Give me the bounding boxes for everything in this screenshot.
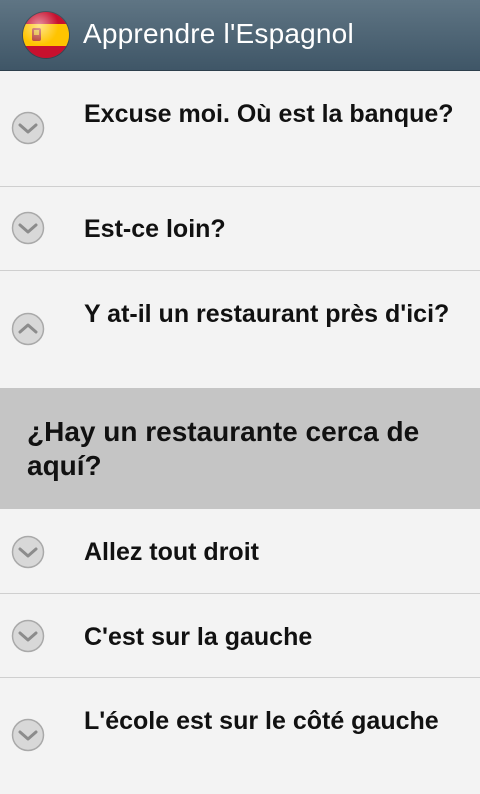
translation-text: ¿Hay un restaurante cerca de aquí? [27,416,420,481]
phrase-label: Y at-il un restaurant près d'ici? [84,300,450,328]
chevron-down-icon [11,718,45,752]
chevron-down-icon [11,211,45,245]
chevron-down-icon [11,619,45,653]
phrase-label: C'est sur la gauche [84,623,313,651]
phrase-row[interactable]: Est-ce loin? [0,187,480,271]
phrase-list: Excuse moi. Où est la banque? Est-ce loi… [0,71,480,794]
phrase-label: Allez tout droit [84,538,259,566]
phrase-row-expanded[interactable]: Y at-il un restaurant près d'ici? [0,271,480,388]
chevron-down-icon [11,111,45,145]
chevron-up-icon [11,312,45,346]
action-bar: Apprendre l'Espagnol [0,0,480,71]
phrase-row[interactable]: L'école est sur le côté gauche [0,678,480,794]
chevron-down-icon [11,535,45,569]
phrase-row[interactable]: Excuse moi. Où est la banque? [0,71,480,187]
app-title: Apprendre l'Espagnol [83,18,354,49]
phrase-label: L'école est sur le côté gauche [84,707,439,735]
spain-flag-icon[interactable] [23,12,69,58]
phrase-label: Est-ce loin? [84,215,226,243]
phrase-row[interactable]: C'est sur la gauche [0,594,480,678]
phrase-row[interactable]: Allez tout droit [0,509,480,594]
phrase-label: Excuse moi. Où est la banque? [84,100,454,128]
translation-panel: ¿Hay un restaurante cerca de aquí? [0,388,480,509]
